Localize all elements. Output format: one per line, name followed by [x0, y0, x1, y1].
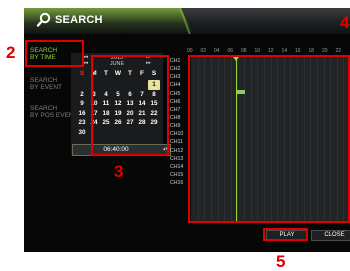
title-bar: SEARCH [24, 8, 350, 34]
calendar-day[interactable]: 9 [76, 99, 88, 109]
channel-label: CH8 [170, 114, 181, 121]
calendar-day[interactable]: 30 [76, 128, 88, 138]
channel-label: CH1 [170, 58, 181, 64]
channel-label: CH7 [170, 106, 181, 113]
annotation-box-5 [263, 228, 308, 241]
hour-tick-label: 18 [308, 48, 315, 54]
annotation-box-3 [91, 55, 169, 156]
hour-tick-label: 06 [227, 48, 234, 54]
hour-tick-label: 02 [200, 48, 207, 54]
calendar-day[interactable]: 16 [76, 109, 88, 119]
annotation-number-5: 5 [276, 252, 286, 271]
weekday-label: S [79, 70, 85, 77]
calendar-empty-cell [76, 80, 88, 90]
annotation-box-2 [25, 40, 84, 67]
hour-tick-label: 04 [214, 48, 220, 54]
hour-tick-label: 14 [281, 48, 288, 54]
annotation-number-4: 4 [340, 13, 350, 32]
channel-label: CH4 [170, 82, 181, 89]
search-icon [36, 12, 51, 27]
hour-tick-label: 20 [322, 48, 328, 54]
hour-tick-label: 08 [241, 48, 247, 54]
calendar-day[interactable]: 2 [76, 90, 88, 100]
hour-tick-label: 22 [335, 48, 342, 54]
annotation-number-2: 2 [6, 43, 16, 62]
sidebar-item-label: SEARCH [30, 77, 58, 84]
channel-label: CH13 [170, 155, 184, 162]
channel-labels: CH1 CH2 CH3 CH4 CH5 CH6 CH7 CH8 CH9 CH10 CH11 CH12 C… [170, 57, 190, 187]
annotation-number-3: 3 [114, 162, 124, 181]
channel-label: CH9 [170, 123, 181, 130]
channel-label: CH11 [170, 139, 183, 146]
sidebar-item-search-by-event[interactable]: SEARCH BY EVENT [30, 77, 62, 91]
hour-tick-label: 10 [254, 48, 261, 54]
channel-label: CH10 [170, 131, 184, 138]
channel-label: CH5 [170, 90, 181, 97]
channel-label: CH3 [170, 74, 181, 81]
channel-label: CH14 [170, 163, 184, 170]
calendar-day[interactable]: 23 [76, 118, 88, 128]
hour-tick-label: 12 [268, 48, 274, 54]
channel-label: CH2 [170, 66, 181, 73]
annotation-box-4 [188, 55, 350, 223]
channel-label: CH12 [170, 147, 184, 154]
channel-label: CH16 [170, 180, 184, 187]
sidebar-item-label: BY EVENT [30, 84, 63, 91]
close-button[interactable]: CLOSE [311, 230, 350, 241]
window-title: SEARCH [55, 14, 103, 26]
hour-tick-label: 16 [295, 48, 301, 54]
channel-label: CH6 [170, 98, 181, 105]
hour-tick-label: 00 [187, 48, 193, 54]
channel-label: CH15 [170, 171, 184, 178]
